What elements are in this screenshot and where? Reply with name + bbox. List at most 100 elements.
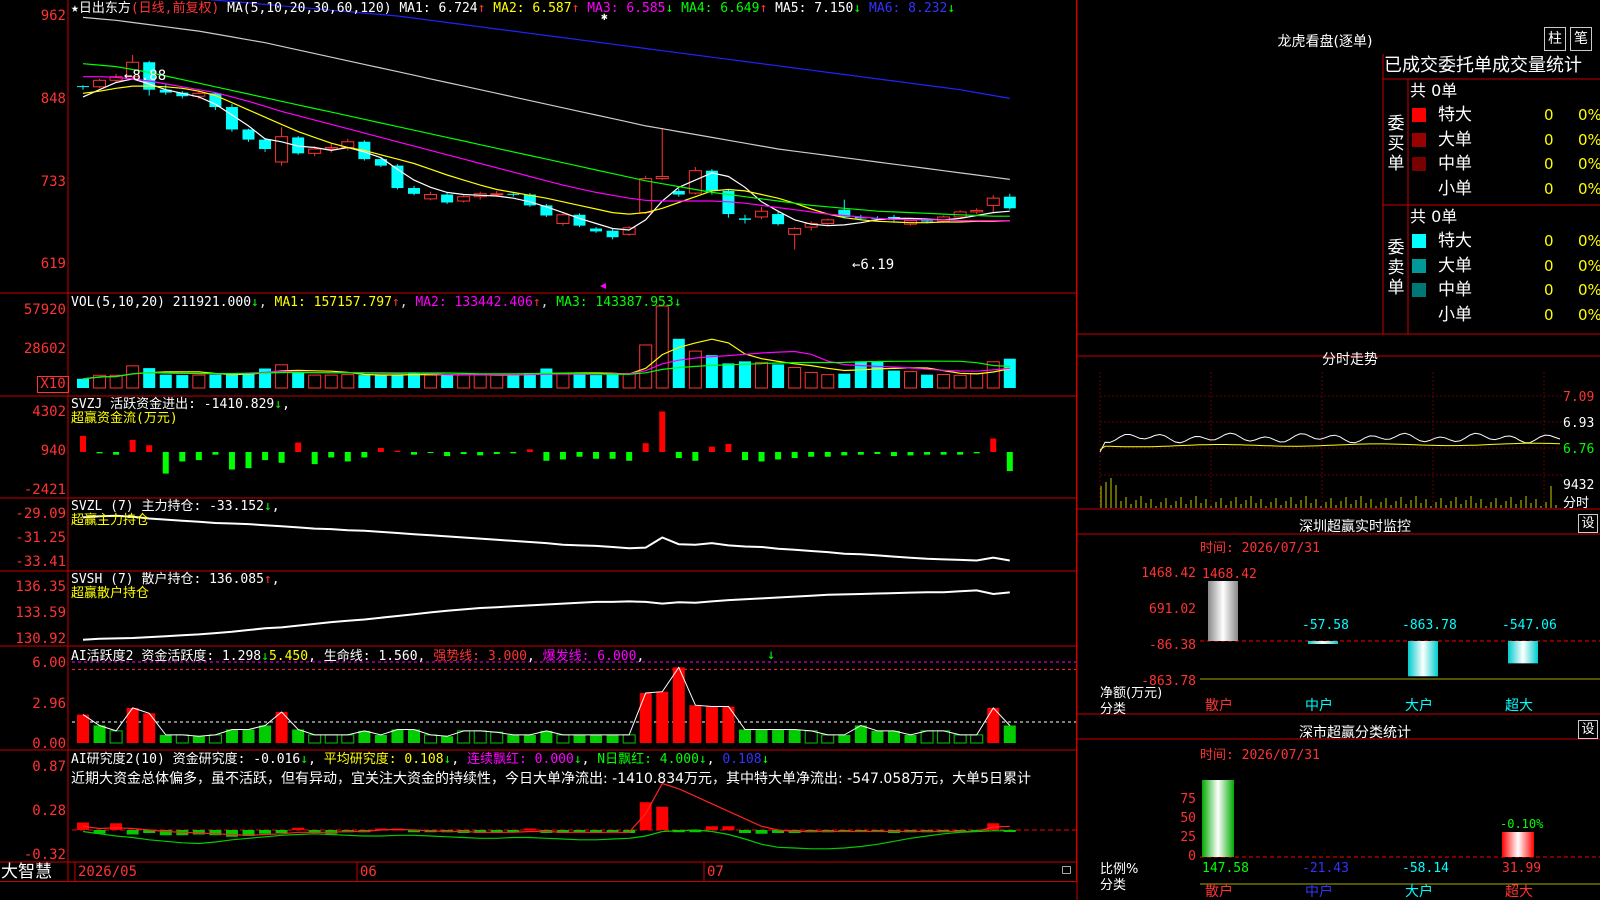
flow-bar: [659, 411, 666, 452]
sh-settings-button[interactable]: 设: [1578, 720, 1598, 739]
vol-ma3-arrow: ↓: [673, 295, 682, 310]
candle-body: [490, 193, 504, 196]
ma1-value: MA1: 6.724: [399, 1, 478, 16]
flow-bar: [874, 452, 881, 455]
sz-settings-button[interactable]: 设: [1578, 514, 1598, 533]
sell-color-swatch: [1412, 308, 1426, 322]
activity-bar: [540, 730, 553, 743]
ma6-value: MA6: 8.232: [869, 1, 948, 16]
sell-row-label: 特大: [1438, 231, 1472, 251]
volume-bar: [705, 355, 718, 388]
flow-bar: [609, 452, 616, 459]
activity-bar: [374, 734, 387, 743]
sz-axis-2: -86.38: [1149, 638, 1196, 653]
flow-bar: [675, 452, 682, 459]
volume-bar: [275, 364, 289, 389]
ai2-avg: 平均研究度: 0.108: [323, 752, 444, 767]
svzj-name: SVZJ: [71, 397, 103, 412]
sell-row-percent: 0%: [1578, 256, 1600, 275]
sell-row-count: 0: [1544, 305, 1554, 324]
candle-body: [921, 220, 934, 222]
lock-icon[interactable]: [1062, 866, 1071, 874]
order-stats-header: 已成交委托单成交量统计: [1384, 55, 1582, 76]
ma4-value: MA4: 6.649: [681, 1, 760, 16]
activity-bar: [93, 725, 106, 743]
flow-bar: [295, 442, 302, 452]
ai2-analysis-text: 近期大资金总体偏多，虽不活跃，但有异动，宜关注大资金的持续性，今日大单净流出: …: [71, 771, 1032, 787]
research-bar: [739, 830, 751, 833]
flow-bar: [526, 449, 533, 452]
sh-bar-label: 31.99: [1502, 861, 1541, 876]
price-axis-619: 619: [40, 256, 66, 272]
volume-bar: [688, 350, 702, 389]
flow-bar: [857, 452, 864, 455]
flow-bar: [195, 452, 202, 461]
flow-bar: [775, 452, 782, 460]
low-price-annotation: ←6.19: [852, 257, 895, 273]
sell-row-label: 大单: [1438, 255, 1472, 276]
svsh-name: SVSH: [71, 572, 103, 587]
candle-body: [441, 194, 454, 203]
vol-axis-57920: 57920: [23, 302, 66, 318]
research-bar: [705, 826, 718, 830]
volume-bar: [622, 372, 636, 389]
sh-category-label: 中户: [1305, 883, 1333, 900]
ai1-strong-line: 强势线: 3.000: [433, 649, 527, 664]
candle-body: [970, 209, 984, 213]
sell-row: 中单 0 0%: [1410, 279, 1600, 301]
activity-bar: [953, 734, 967, 744]
panel-grid: [0, 0, 1077, 882]
volume-bar: [358, 375, 371, 388]
volume-bar: [441, 375, 454, 388]
tick-mode-button[interactable]: 笔: [1570, 27, 1592, 51]
activity-bar: [1003, 725, 1016, 743]
ai2-axis-mid: 0.28: [32, 803, 66, 819]
volume-bar: [242, 373, 255, 388]
activity-bar: [937, 730, 951, 744]
candle-body: [739, 218, 751, 220]
flow-bar: [262, 452, 269, 461]
flow-bar: [626, 452, 633, 461]
ai1-name: AI活跃度2: [71, 649, 134, 664]
activity-bar: [77, 714, 89, 743]
flow-bar: [460, 452, 467, 455]
ai2-name: AI研究度2(10): [71, 752, 165, 767]
column-mode-button[interactable]: 柱: [1544, 27, 1566, 51]
svsh-line: [82, 589, 1010, 641]
activity-bar: [341, 734, 355, 744]
volume-bar: [590, 375, 603, 388]
flow-bar: [245, 452, 252, 469]
activity-bar: [308, 734, 322, 744]
volume-bar: [408, 373, 420, 388]
buy-row: 大单 0 0%: [1410, 129, 1600, 151]
vol-params: VOL(5,10,20): [71, 295, 165, 310]
research-bar: [126, 830, 139, 835]
volume-bar: [655, 305, 669, 389]
buy-color-swatch: [1412, 182, 1426, 196]
activity-bar: [507, 734, 520, 743]
activity-bar: [208, 734, 222, 744]
sz-bar: [1208, 581, 1238, 641]
intraday-title[interactable]: 分时走势: [1300, 349, 1400, 369]
chart-mode[interactable]: (日线,前复权): [131, 1, 219, 16]
star-icon[interactable]: ★: [71, 1, 79, 16]
activity-bar: [175, 734, 189, 744]
candle-body: [755, 210, 769, 218]
candle-body: [77, 86, 89, 88]
candle-body: [242, 129, 255, 140]
buy-color-swatch: [1412, 157, 1426, 171]
vol-ma3: MA3: 143387.953: [556, 295, 674, 310]
app-brand[interactable]: 大智慧: [1, 862, 52, 882]
sell-row: 小单 0 0%: [1410, 304, 1600, 326]
flow-bar: [791, 452, 798, 459]
ai-research-legend: AI研究度2(10) 资金研究度: -0.016↓, 平均研究度: 0.108↓…: [71, 752, 770, 767]
flow-bar: [890, 452, 897, 457]
volume-legend: VOL(5,10,20) 211921.000↓, MA1: 157157.79…: [71, 295, 682, 310]
buy-row-label: 特大: [1438, 105, 1472, 125]
flow-bar: [758, 452, 765, 462]
volume-bar: [341, 374, 355, 389]
activity-bar: [705, 706, 718, 743]
flow-bar: [377, 447, 384, 452]
activity-bar: [242, 729, 255, 743]
activity-bar: [143, 713, 156, 743]
